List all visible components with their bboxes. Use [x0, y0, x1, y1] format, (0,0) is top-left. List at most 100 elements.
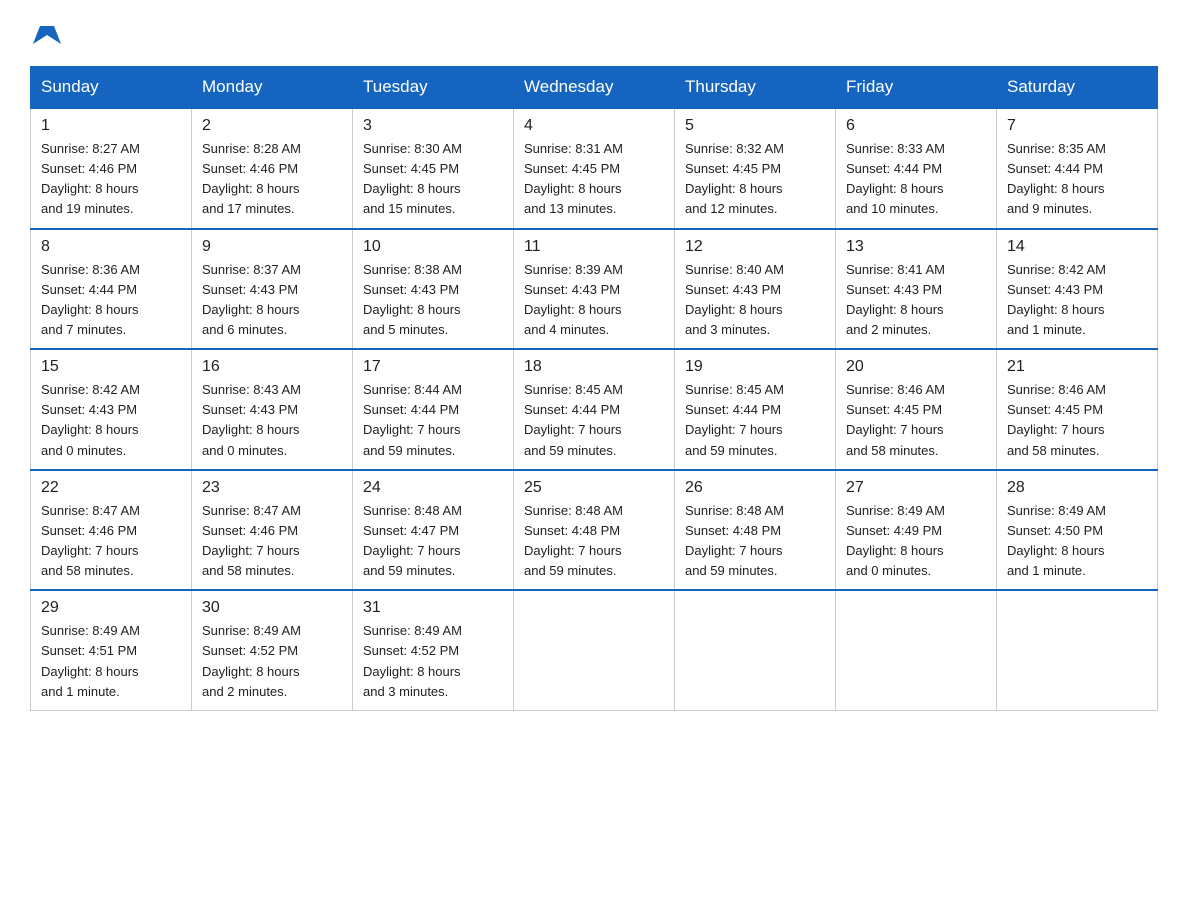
day-info: Sunrise: 8:28 AM Sunset: 4:46 PM Dayligh…	[202, 139, 342, 220]
calendar-cell: 15 Sunrise: 8:42 AM Sunset: 4:43 PM Dayl…	[31, 349, 192, 470]
day-info: Sunrise: 8:49 AM Sunset: 4:52 PM Dayligh…	[363, 621, 503, 702]
day-info: Sunrise: 8:31 AM Sunset: 4:45 PM Dayligh…	[524, 139, 664, 220]
day-number: 21	[1007, 358, 1147, 376]
calendar-week-row: 29 Sunrise: 8:49 AM Sunset: 4:51 PM Dayl…	[31, 590, 1158, 710]
calendar-cell: 11 Sunrise: 8:39 AM Sunset: 4:43 PM Dayl…	[514, 229, 675, 350]
calendar-cell: 29 Sunrise: 8:49 AM Sunset: 4:51 PM Dayl…	[31, 590, 192, 710]
day-info: Sunrise: 8:32 AM Sunset: 4:45 PM Dayligh…	[685, 139, 825, 220]
day-number: 28	[1007, 479, 1147, 497]
day-info: Sunrise: 8:48 AM Sunset: 4:47 PM Dayligh…	[363, 501, 503, 582]
day-info: Sunrise: 8:48 AM Sunset: 4:48 PM Dayligh…	[524, 501, 664, 582]
day-number: 9	[202, 238, 342, 256]
calendar-cell: 1 Sunrise: 8:27 AM Sunset: 4:46 PM Dayli…	[31, 108, 192, 229]
day-number: 27	[846, 479, 986, 497]
day-info: Sunrise: 8:37 AM Sunset: 4:43 PM Dayligh…	[202, 260, 342, 341]
calendar-cell: 28 Sunrise: 8:49 AM Sunset: 4:50 PM Dayl…	[997, 470, 1158, 591]
col-header-saturday: Saturday	[997, 67, 1158, 109]
day-info: Sunrise: 8:46 AM Sunset: 4:45 PM Dayligh…	[1007, 380, 1147, 461]
day-number: 17	[363, 358, 503, 376]
day-info: Sunrise: 8:35 AM Sunset: 4:44 PM Dayligh…	[1007, 139, 1147, 220]
day-info: Sunrise: 8:38 AM Sunset: 4:43 PM Dayligh…	[363, 260, 503, 341]
calendar-cell	[836, 590, 997, 710]
calendar-cell	[997, 590, 1158, 710]
calendar-table: SundayMondayTuesdayWednesdayThursdayFrid…	[30, 66, 1158, 711]
calendar-cell: 22 Sunrise: 8:47 AM Sunset: 4:46 PM Dayl…	[31, 470, 192, 591]
day-info: Sunrise: 8:46 AM Sunset: 4:45 PM Dayligh…	[846, 380, 986, 461]
calendar-week-row: 15 Sunrise: 8:42 AM Sunset: 4:43 PM Dayl…	[31, 349, 1158, 470]
calendar-header-row: SundayMondayTuesdayWednesdayThursdayFrid…	[31, 67, 1158, 109]
calendar-cell: 9 Sunrise: 8:37 AM Sunset: 4:43 PM Dayli…	[192, 229, 353, 350]
calendar-cell: 2 Sunrise: 8:28 AM Sunset: 4:46 PM Dayli…	[192, 108, 353, 229]
day-number: 6	[846, 117, 986, 135]
day-info: Sunrise: 8:45 AM Sunset: 4:44 PM Dayligh…	[685, 380, 825, 461]
day-info: Sunrise: 8:42 AM Sunset: 4:43 PM Dayligh…	[1007, 260, 1147, 341]
day-number: 22	[41, 479, 181, 497]
day-info: Sunrise: 8:48 AM Sunset: 4:48 PM Dayligh…	[685, 501, 825, 582]
day-number: 12	[685, 238, 825, 256]
day-number: 14	[1007, 238, 1147, 256]
day-info: Sunrise: 8:45 AM Sunset: 4:44 PM Dayligh…	[524, 380, 664, 461]
day-info: Sunrise: 8:39 AM Sunset: 4:43 PM Dayligh…	[524, 260, 664, 341]
col-header-tuesday: Tuesday	[353, 67, 514, 109]
calendar-cell: 10 Sunrise: 8:38 AM Sunset: 4:43 PM Dayl…	[353, 229, 514, 350]
calendar-cell: 13 Sunrise: 8:41 AM Sunset: 4:43 PM Dayl…	[836, 229, 997, 350]
col-header-monday: Monday	[192, 67, 353, 109]
calendar-cell: 14 Sunrise: 8:42 AM Sunset: 4:43 PM Dayl…	[997, 229, 1158, 350]
logo	[30, 20, 62, 46]
col-header-thursday: Thursday	[675, 67, 836, 109]
calendar-cell: 23 Sunrise: 8:47 AM Sunset: 4:46 PM Dayl…	[192, 470, 353, 591]
day-number: 20	[846, 358, 986, 376]
calendar-cell: 30 Sunrise: 8:49 AM Sunset: 4:52 PM Dayl…	[192, 590, 353, 710]
calendar-cell: 27 Sunrise: 8:49 AM Sunset: 4:49 PM Dayl…	[836, 470, 997, 591]
day-number: 11	[524, 238, 664, 256]
day-info: Sunrise: 8:33 AM Sunset: 4:44 PM Dayligh…	[846, 139, 986, 220]
col-header-friday: Friday	[836, 67, 997, 109]
day-number: 16	[202, 358, 342, 376]
day-number: 25	[524, 479, 664, 497]
day-number: 1	[41, 117, 181, 135]
calendar-cell: 24 Sunrise: 8:48 AM Sunset: 4:47 PM Dayl…	[353, 470, 514, 591]
calendar-cell: 25 Sunrise: 8:48 AM Sunset: 4:48 PM Dayl…	[514, 470, 675, 591]
day-number: 4	[524, 117, 664, 135]
day-info: Sunrise: 8:43 AM Sunset: 4:43 PM Dayligh…	[202, 380, 342, 461]
day-number: 24	[363, 479, 503, 497]
calendar-cell: 8 Sunrise: 8:36 AM Sunset: 4:44 PM Dayli…	[31, 229, 192, 350]
calendar-cell	[675, 590, 836, 710]
calendar-cell: 16 Sunrise: 8:43 AM Sunset: 4:43 PM Dayl…	[192, 349, 353, 470]
day-info: Sunrise: 8:40 AM Sunset: 4:43 PM Dayligh…	[685, 260, 825, 341]
day-info: Sunrise: 8:27 AM Sunset: 4:46 PM Dayligh…	[41, 139, 181, 220]
day-info: Sunrise: 8:30 AM Sunset: 4:45 PM Dayligh…	[363, 139, 503, 220]
page-header	[30, 20, 1158, 46]
day-number: 29	[41, 599, 181, 617]
day-info: Sunrise: 8:36 AM Sunset: 4:44 PM Dayligh…	[41, 260, 181, 341]
day-number: 5	[685, 117, 825, 135]
calendar-cell	[514, 590, 675, 710]
calendar-cell: 31 Sunrise: 8:49 AM Sunset: 4:52 PM Dayl…	[353, 590, 514, 710]
calendar-cell: 26 Sunrise: 8:48 AM Sunset: 4:48 PM Dayl…	[675, 470, 836, 591]
day-number: 7	[1007, 117, 1147, 135]
day-number: 8	[41, 238, 181, 256]
day-info: Sunrise: 8:49 AM Sunset: 4:49 PM Dayligh…	[846, 501, 986, 582]
day-number: 10	[363, 238, 503, 256]
calendar-cell: 7 Sunrise: 8:35 AM Sunset: 4:44 PM Dayli…	[997, 108, 1158, 229]
calendar-cell: 17 Sunrise: 8:44 AM Sunset: 4:44 PM Dayl…	[353, 349, 514, 470]
calendar-cell: 4 Sunrise: 8:31 AM Sunset: 4:45 PM Dayli…	[514, 108, 675, 229]
day-number: 3	[363, 117, 503, 135]
day-info: Sunrise: 8:41 AM Sunset: 4:43 PM Dayligh…	[846, 260, 986, 341]
day-info: Sunrise: 8:49 AM Sunset: 4:52 PM Dayligh…	[202, 621, 342, 702]
calendar-cell: 12 Sunrise: 8:40 AM Sunset: 4:43 PM Dayl…	[675, 229, 836, 350]
day-info: Sunrise: 8:44 AM Sunset: 4:44 PM Dayligh…	[363, 380, 503, 461]
day-number: 30	[202, 599, 342, 617]
calendar-cell: 19 Sunrise: 8:45 AM Sunset: 4:44 PM Dayl…	[675, 349, 836, 470]
calendar-cell: 6 Sunrise: 8:33 AM Sunset: 4:44 PM Dayli…	[836, 108, 997, 229]
day-number: 19	[685, 358, 825, 376]
col-header-sunday: Sunday	[31, 67, 192, 109]
day-number: 15	[41, 358, 181, 376]
day-number: 18	[524, 358, 664, 376]
day-number: 2	[202, 117, 342, 135]
day-number: 13	[846, 238, 986, 256]
calendar-cell: 21 Sunrise: 8:46 AM Sunset: 4:45 PM Dayl…	[997, 349, 1158, 470]
day-info: Sunrise: 8:49 AM Sunset: 4:50 PM Dayligh…	[1007, 501, 1147, 582]
day-number: 26	[685, 479, 825, 497]
calendar-cell: 3 Sunrise: 8:30 AM Sunset: 4:45 PM Dayli…	[353, 108, 514, 229]
